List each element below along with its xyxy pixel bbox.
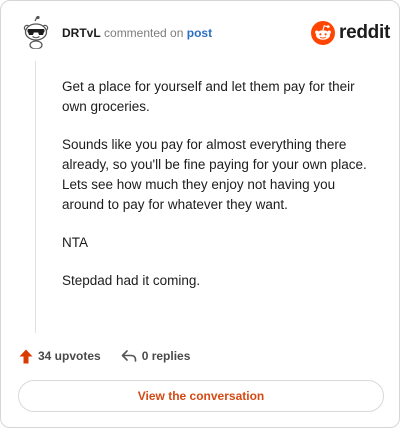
reply-arrow-icon	[121, 350, 137, 362]
comment-paragraph: Stepdad had it coming.	[62, 273, 201, 288]
snoo-avatar-icon	[19, 15, 53, 49]
upvote-arrow-icon	[19, 349, 33, 363]
comment-paragraph: NTA	[62, 235, 88, 250]
comment-paragraph: Get a place for yourself and let them pa…	[62, 79, 355, 114]
reddit-logo-icon	[311, 21, 335, 45]
commented-on-text: commented on	[104, 26, 184, 40]
comment-actions: 34 upvotes 0 replies	[19, 347, 190, 365]
replies-button[interactable]: 0 replies	[121, 349, 191, 363]
comment-body: Get a place for yourself and let them pa…	[62, 77, 372, 309]
view-conversation-button[interactable]: View the conversation	[18, 380, 384, 412]
upvote-button[interactable]: 34 upvotes	[19, 349, 101, 364]
comment-paragraph: Sounds like you pay for almost everythin…	[62, 137, 367, 172]
username[interactable]: DRTvL	[62, 26, 101, 40]
reddit-wordmark: reddit	[339, 22, 390, 43]
thread-line	[35, 61, 36, 333]
comment-embed-card: DRTvL commented on post reddit Get a pla…	[0, 0, 400, 428]
comment-header: DRTvL commented on post	[62, 25, 212, 41]
reply-count: 0 replies	[141, 349, 191, 363]
comment-paragraph: Lets see how much they enjoy not having …	[62, 177, 336, 212]
upvote-count: 34 upvotes	[38, 349, 101, 363]
avatar[interactable]	[19, 15, 53, 49]
post-link[interactable]: post	[187, 26, 212, 40]
reddit-brand[interactable]: reddit	[311, 20, 390, 46]
